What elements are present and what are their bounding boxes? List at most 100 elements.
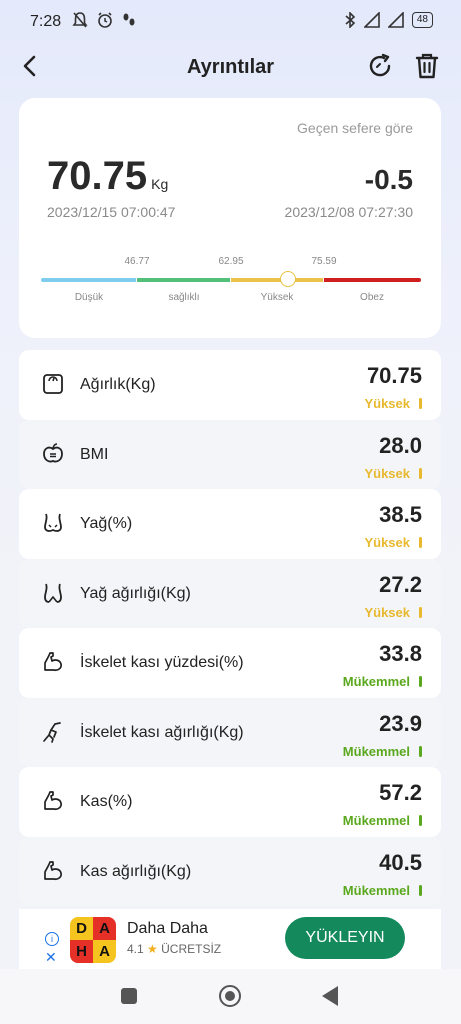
metric-status: Mükemmel [342, 743, 410, 759]
ad-banner[interactable]: i ✕ D A H A Daha Daha 4.1 ★ ÜCRETSİZ YÜK… [19, 909, 441, 969]
home-icon[interactable] [219, 985, 241, 1007]
summary-card: Geçen sefere göre 70.75 Kg -0.5 2023/12/1… [19, 98, 441, 338]
weight-value: 70.75 [47, 154, 148, 198]
refresh-icon[interactable] [366, 50, 396, 82]
metric-row-skeletal-muscle-weight[interactable]: İskelet kası ağırlığı(Kg) 23.9 Mükemmel [19, 697, 441, 767]
metric-row-muscle-percent[interactable]: Kas(%) 57.2 Mükemmel [19, 767, 441, 837]
scale-label: Düşük [74, 292, 104, 303]
scale-label: Obez [360, 292, 384, 303]
notifications-muted-icon [72, 12, 88, 28]
signal-icon [387, 12, 404, 28]
metric-label: Kas(%) [80, 793, 133, 810]
status-indicator [419, 537, 422, 548]
logo-letter: H [70, 940, 93, 963]
metric-label: İskelet kası ağırlığı(Kg) [80, 723, 244, 741]
metric-label: Yağ(%) [80, 515, 133, 532]
current-date: 2023/12/15 07:00:47 [47, 204, 176, 220]
arm-muscle-icon [44, 860, 62, 880]
weight-difference: -0.5 [364, 164, 413, 195]
system-nav-bar [0, 969, 461, 1024]
signal-icon [363, 12, 380, 28]
apple-icon [43, 442, 63, 462]
back-icon[interactable] [322, 986, 338, 1006]
app-bar: Ayrıntılar [0, 44, 461, 90]
metric-label: Yağ ağırlığı(Kg) [80, 584, 191, 602]
current-weight: 70.75 Kg [47, 154, 168, 199]
running-icon [43, 721, 61, 743]
install-button[interactable]: YÜKLEYIN [285, 917, 405, 959]
ad-price: ÜCRETSİZ [161, 942, 222, 956]
status-right-icons: 48 [344, 12, 433, 28]
metric-status: Mükemmel [342, 813, 410, 828]
metric-value: 33.8 [379, 641, 422, 666]
metric-row-skeletal-muscle-percent[interactable]: İskelet kası yüzdesi(%) 33.8 Mükemmel [19, 628, 441, 698]
footsteps-icon [123, 13, 135, 26]
arm-muscle-icon [44, 791, 62, 811]
metric-row-bmi[interactable]: BMI 28.0 Yüksek [19, 419, 441, 489]
trash-icon[interactable] [412, 50, 442, 82]
scale-segment-obese [324, 278, 421, 282]
status-indicator [419, 815, 422, 826]
scale-tick: 46.77 [124, 256, 150, 267]
scale-segment-low [41, 278, 136, 282]
scale-label: Yüksek [260, 292, 294, 303]
logo-letter: A [93, 917, 116, 940]
metric-label: Ağırlık(Kg) [80, 376, 156, 393]
metric-row-fat[interactable]: Yağ(%) 38.5 Yüksek [19, 489, 441, 559]
metric-value: 38.5 [379, 502, 422, 527]
metric-status: Yüksek [364, 604, 410, 620]
metric-value: 70.75 [366, 363, 422, 388]
compare-label: Geçen sefere göre [297, 120, 413, 136]
status-left-icons [72, 11, 136, 29]
body-fat-icon [44, 513, 62, 532]
alarm-icon [98, 12, 112, 28]
status-indicator [419, 398, 422, 409]
weight-unit: Kg [151, 176, 169, 192]
previous-date: 2023/12/08 07:27:30 [284, 204, 413, 220]
ad-app-name: Daha Daha [127, 920, 208, 937]
metric-value: 28.0 [379, 432, 422, 458]
logo-letter: A [93, 940, 116, 963]
app-logo: D A H A [70, 917, 116, 963]
metric-row-weight[interactable]: Ağırlık(Kg) 70.75 Yüksek [19, 350, 441, 420]
ad-info-icon[interactable]: i [45, 932, 59, 946]
status-time: 7:28 [30, 13, 62, 30]
metric-status: Yüksek [364, 465, 410, 481]
battery-indicator: 48 [411, 12, 433, 28]
metric-status: Yüksek [364, 396, 410, 411]
status-indicator [419, 606, 422, 618]
scale-label: sağlıklı [168, 292, 200, 303]
status-indicator [419, 467, 422, 479]
metric-label: İskelet kası yüzdesi(%) [80, 654, 244, 671]
scale-segment-high [231, 278, 323, 282]
metric-value: 40.5 [379, 849, 422, 875]
metric-value: 57.2 [379, 780, 422, 805]
metrics-list: Ağırlık(Kg) 70.75 Yüksek BMI 28.0 Yüksek… [19, 350, 441, 906]
ad-close-icon[interactable]: ✕ [45, 949, 57, 966]
status-bar: 7:28 48 [0, 0, 461, 44]
status-indicator [419, 745, 422, 757]
star-icon: ★ [147, 942, 158, 956]
scale-tick: 75.59 [311, 256, 337, 267]
scale-tick: 62.95 [218, 256, 244, 267]
metric-row-muscle-weight[interactable]: Kas ağırlığı(Kg) 40.5 Mükemmel [19, 836, 441, 906]
metric-value: 27.2 [379, 571, 422, 597]
scale-marker [280, 271, 297, 287]
metric-status: Mükemmel [342, 674, 410, 689]
ad-rating: 4.1 [127, 942, 144, 956]
weight-scale: 46.77 62.95 75.59 Düşük sağlıklı Yüksek … [41, 248, 421, 308]
metric-status: Mükemmel [342, 882, 410, 898]
ad-meta: 4.1 ★ ÜCRETSİZ [127, 942, 221, 956]
arm-muscle-icon [44, 652, 62, 672]
scale-segment-healthy [137, 278, 230, 282]
metric-label: BMI [80, 445, 109, 463]
status-indicator [419, 676, 422, 687]
recent-apps-icon[interactable] [121, 988, 137, 1004]
bluetooth-icon [345, 12, 356, 28]
scale-icon [43, 374, 63, 394]
metric-status: Yüksek [364, 535, 410, 550]
metric-row-fat-weight[interactable]: Yağ ağırlığı(Kg) 27.2 Yüksek [19, 558, 441, 628]
body-fat-weight-icon [44, 583, 62, 603]
logo-letter: D [70, 917, 93, 940]
metric-value: 23.9 [379, 710, 422, 736]
